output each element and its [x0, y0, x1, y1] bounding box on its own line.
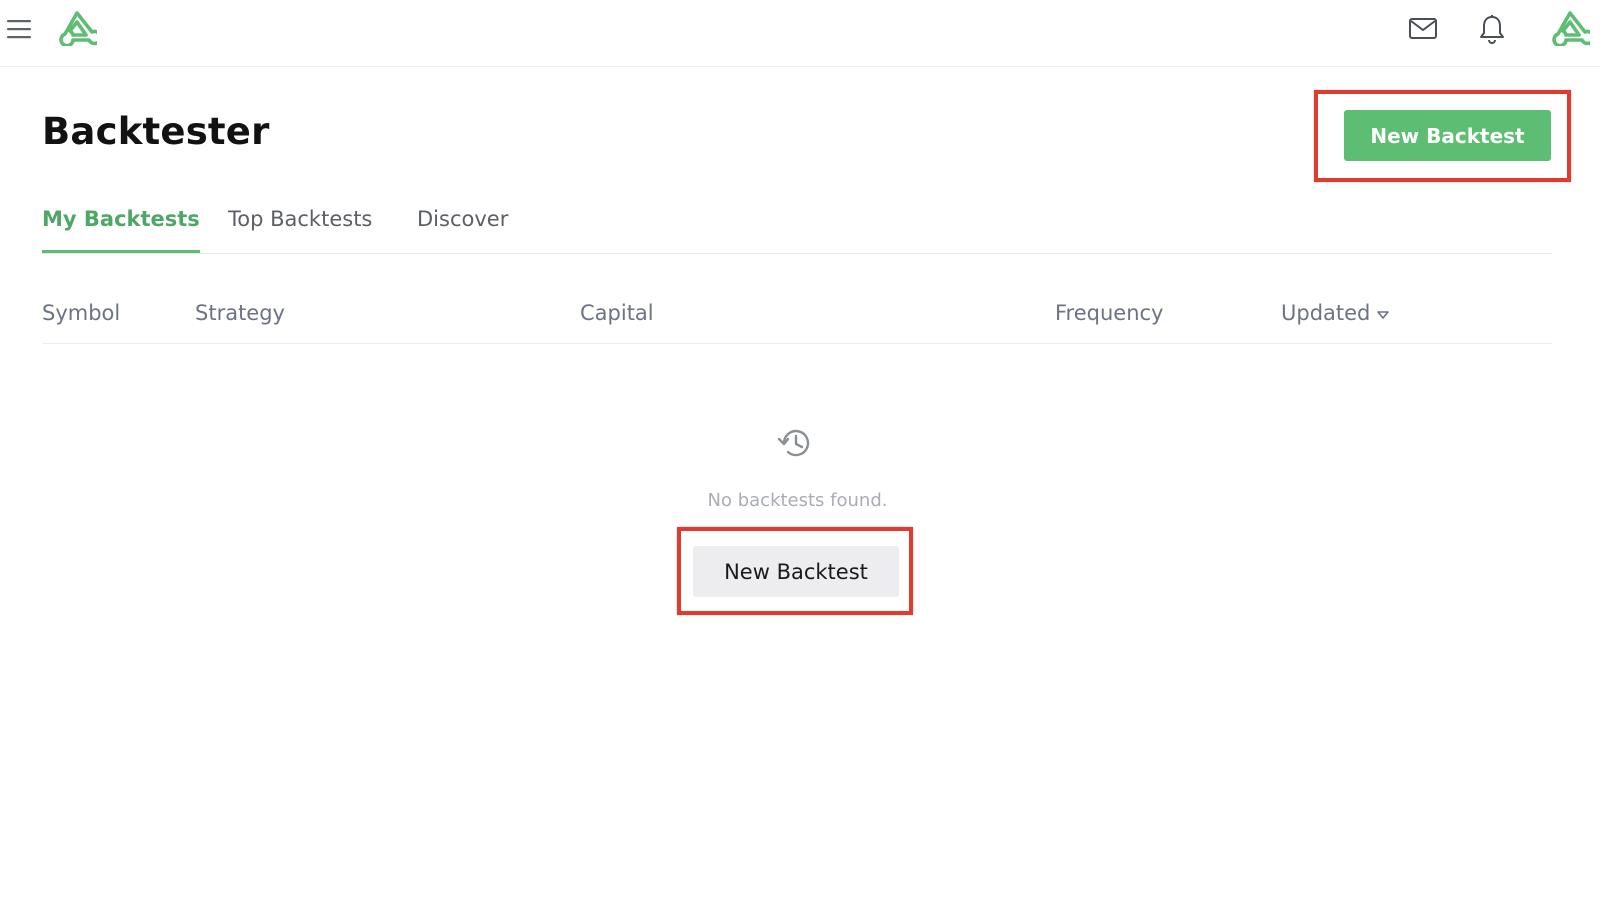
hamburger-menu-icon[interactable]	[6, 17, 32, 41]
table-header: Symbol Strategy Capital Frequency Update…	[42, 290, 1552, 344]
empty-state-message: No backtests found.	[707, 490, 888, 511]
column-header-frequency[interactable]: Frequency	[1055, 301, 1164, 325]
tab-my-backtests[interactable]: My Backtests	[42, 200, 200, 253]
page-title: Backtester	[42, 110, 270, 153]
mail-icon[interactable]	[1408, 16, 1438, 42]
sort-descending-icon	[1376, 301, 1390, 325]
column-header-symbol[interactable]: Symbol	[42, 301, 120, 325]
bell-icon[interactable]	[1478, 13, 1506, 45]
user-avatar-logo-icon[interactable]	[1550, 10, 1596, 48]
brand-logo-icon[interactable]	[57, 10, 103, 48]
tab-top-backtests[interactable]: Top Backtests	[228, 200, 372, 253]
tab-discover[interactable]: Discover	[417, 200, 508, 253]
column-header-updated-label: Updated	[1281, 301, 1371, 325]
empty-state-new-backtest-button[interactable]: New Backtest	[693, 546, 899, 597]
tab-bar: My Backtests Top Backtests Discover	[42, 200, 1552, 254]
column-header-strategy[interactable]: Strategy	[195, 301, 285, 325]
history-icon	[775, 423, 815, 463]
top-navigation-bar	[0, 0, 1600, 67]
new-backtest-button[interactable]: New Backtest	[1344, 110, 1551, 161]
column-header-updated[interactable]: Updated	[1281, 301, 1390, 325]
column-header-capital[interactable]: Capital	[580, 301, 654, 325]
